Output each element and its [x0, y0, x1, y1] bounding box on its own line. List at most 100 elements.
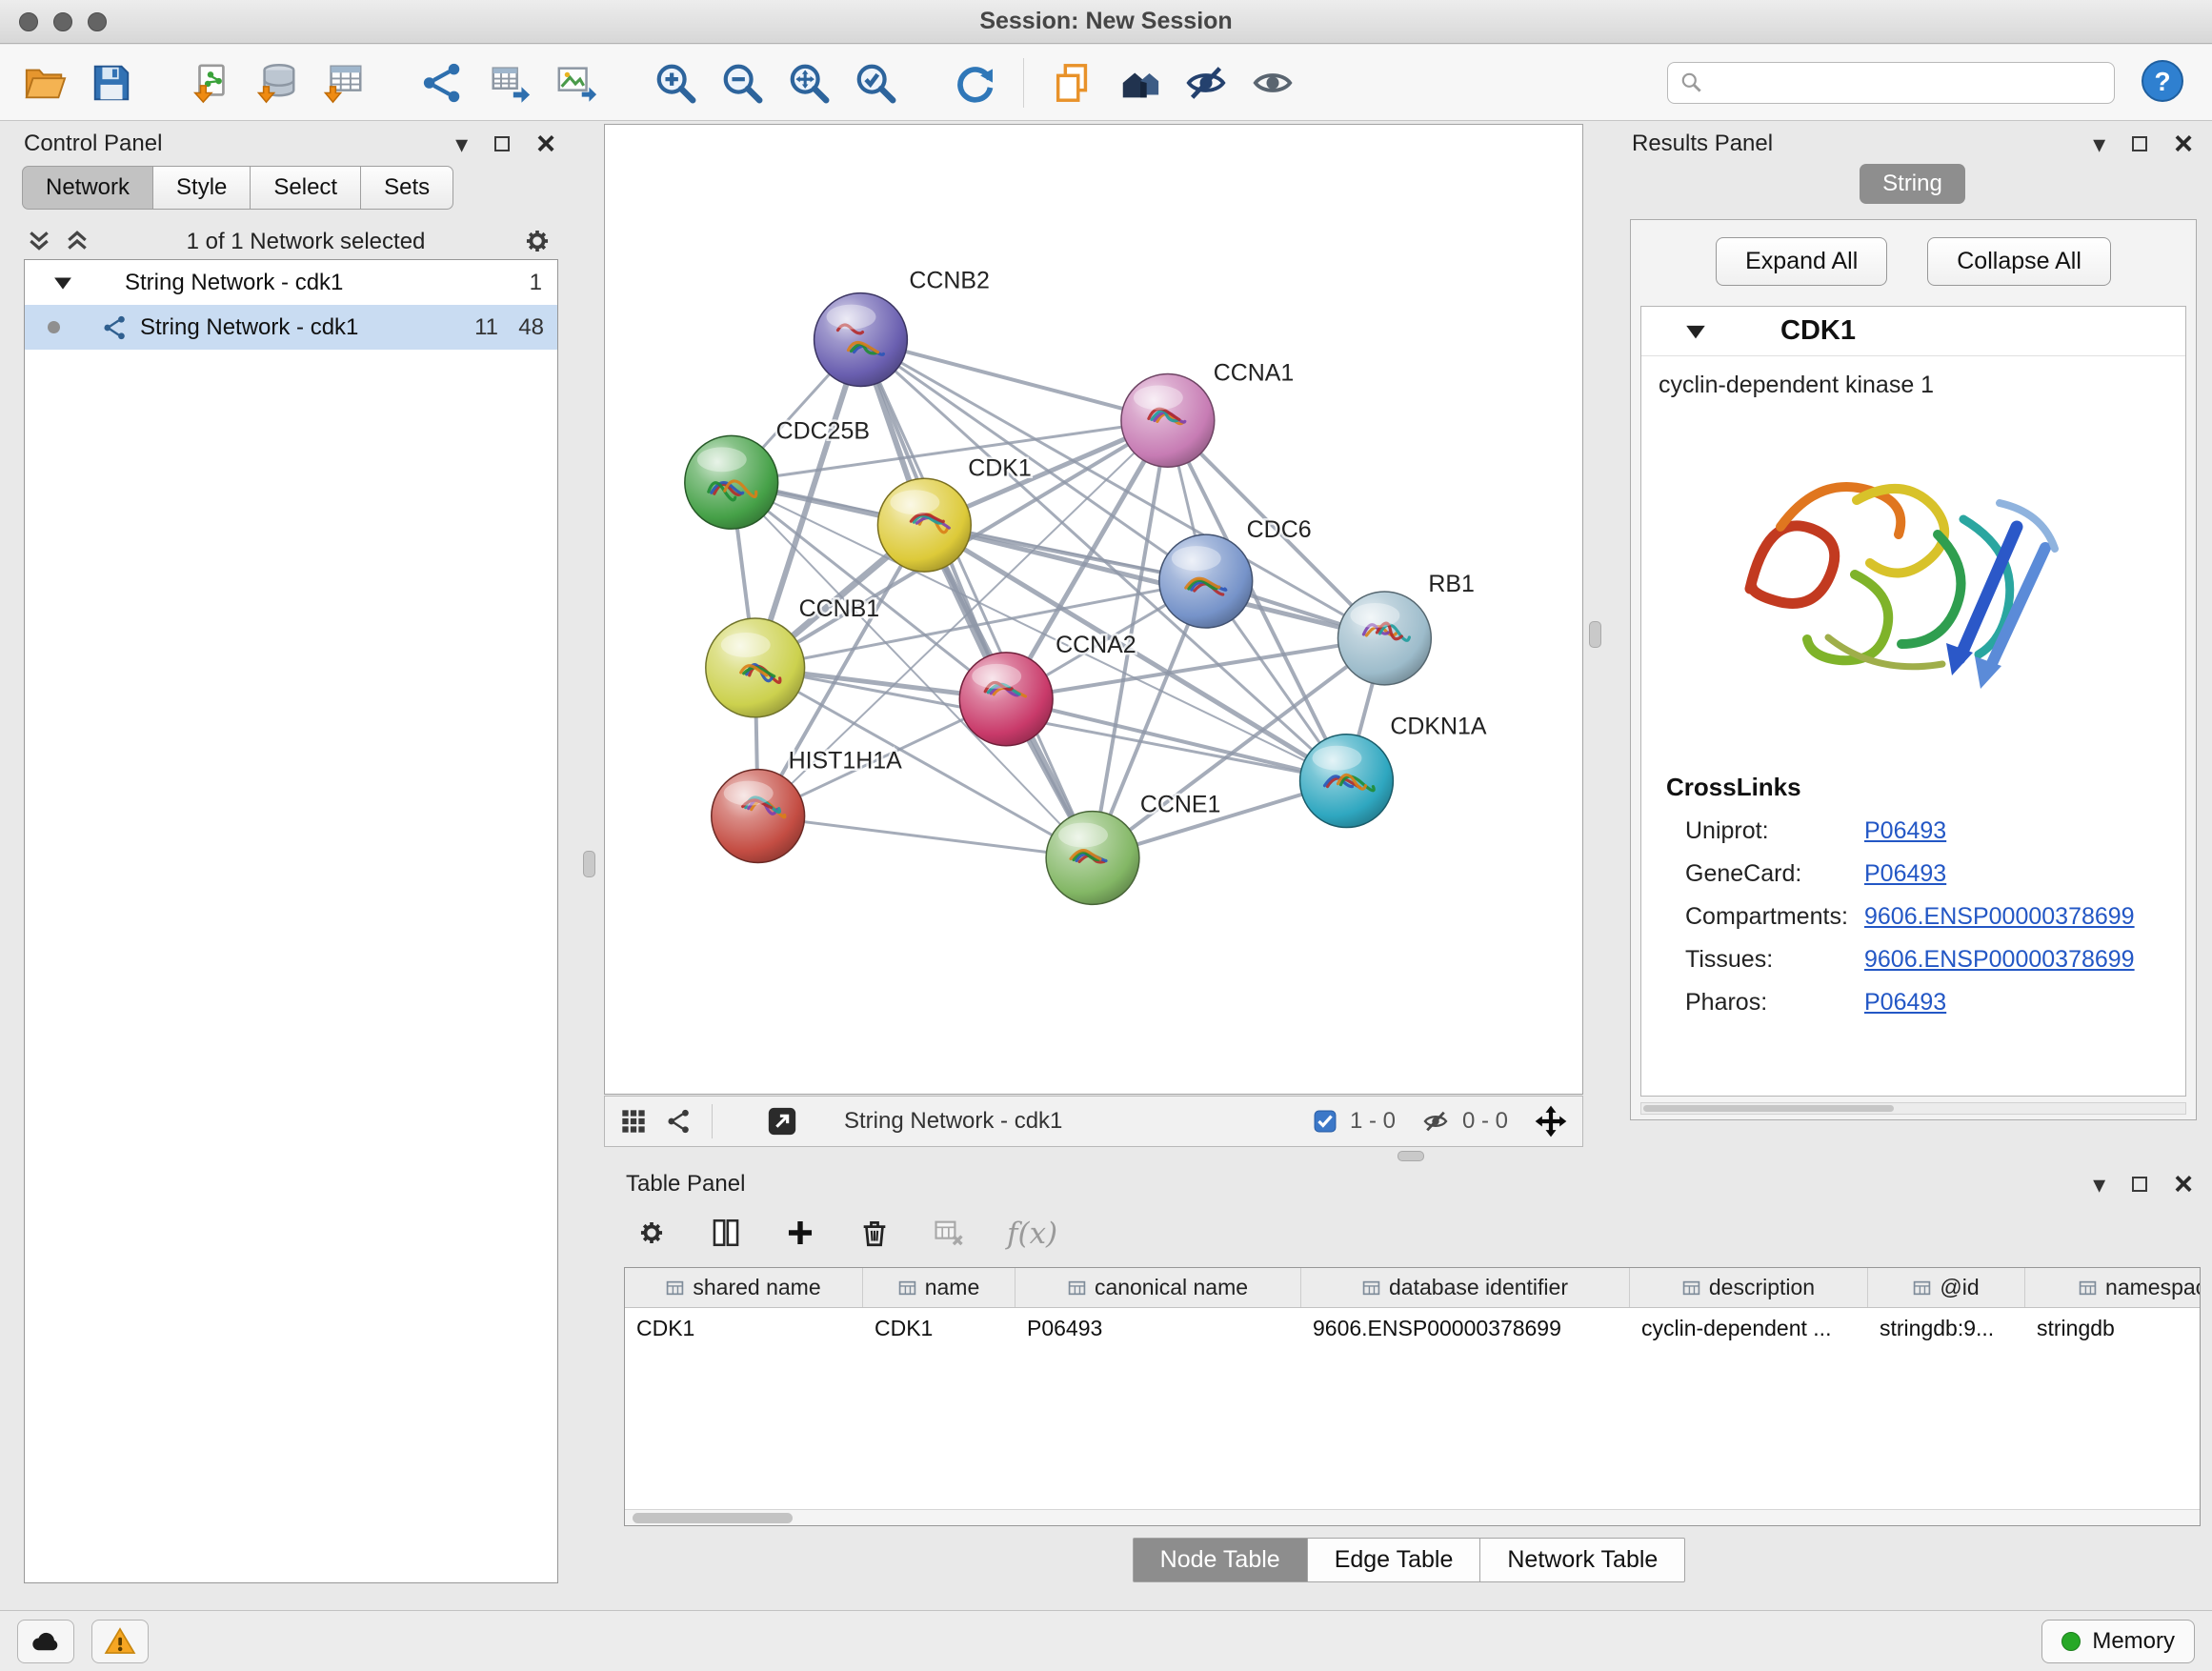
- cloud-button[interactable]: [17, 1620, 74, 1663]
- table-hscroll-thumb[interactable]: [633, 1513, 793, 1523]
- open-session-button[interactable]: [17, 55, 72, 111]
- import-network-database-button[interactable]: [250, 55, 305, 111]
- network-overview-icon[interactable]: [666, 1108, 693, 1135]
- zoom-out-button[interactable]: [714, 55, 770, 111]
- network-node-cdkn1a[interactable]: [1300, 735, 1394, 828]
- tab-edge-table[interactable]: Edge Table: [1307, 1538, 1481, 1582]
- export-image-button[interactable]: [549, 55, 604, 111]
- clear-table-button[interactable]: [933, 1217, 965, 1252]
- float-table-icon[interactable]: [2132, 1177, 2147, 1192]
- search-box[interactable]: [1667, 62, 2115, 104]
- zoom-fit-button[interactable]: [781, 55, 836, 111]
- crosslink-link[interactable]: 9606.ENSP00000378699: [1864, 946, 2135, 974]
- float-panel-icon[interactable]: [494, 136, 510, 151]
- save-session-button[interactable]: [84, 55, 139, 111]
- network-edge[interactable]: [1006, 699, 1346, 781]
- tab-network[interactable]: Network: [22, 166, 152, 210]
- clone-network-button[interactable]: [482, 55, 537, 111]
- table-cell[interactable]: cyclin-dependent ...: [1630, 1308, 1868, 1348]
- copy-button[interactable]: [1045, 55, 1100, 111]
- function-builder-button[interactable]: f(x): [1007, 1217, 1057, 1251]
- network-collection-row[interactable]: String Network - cdk1 1: [25, 260, 557, 305]
- network-node-ccna2[interactable]: [959, 653, 1053, 746]
- network-node-hist1h1a[interactable]: [712, 770, 805, 863]
- tree-expand-caret-icon[interactable]: [53, 275, 72, 291]
- right-splitter-handle[interactable]: [1589, 621, 1601, 648]
- network-node-ccna1[interactable]: [1121, 373, 1215, 467]
- table-cell[interactable]: CDK1: [625, 1308, 863, 1348]
- network-node-cdc25b[interactable]: [685, 435, 778, 529]
- collapse-table-icon[interactable]: ▾: [2093, 1172, 2105, 1197]
- collapse-results-icon[interactable]: ▾: [2093, 131, 2105, 156]
- column-header-description[interactable]: description: [1630, 1268, 1868, 1307]
- selected-checkbox-icon[interactable]: [1314, 1110, 1337, 1133]
- new-network-button[interactable]: [415, 55, 471, 111]
- collapse-all-networks-button[interactable]: [26, 229, 52, 256]
- network-canvas[interactable]: CCNB2CCNA1CDC25BCDK1CDC6RB1CCNB1CCNA2CDK…: [605, 125, 1582, 1094]
- column-header-shared-name[interactable]: shared name: [625, 1268, 863, 1307]
- hide-panel-button[interactable]: [1178, 55, 1234, 111]
- collapse-all-button[interactable]: Collapse All: [1927, 237, 2111, 286]
- warnings-button[interactable]: [91, 1620, 149, 1663]
- bottom-splitter-handle[interactable]: [1398, 1151, 1424, 1161]
- show-panel-button[interactable]: [1245, 55, 1300, 111]
- left-splitter-handle[interactable]: [583, 851, 595, 877]
- network-node-rb1[interactable]: [1338, 592, 1432, 685]
- table-cell[interactable]: 9606.ENSP00000378699: [1301, 1308, 1630, 1348]
- tab-network-table[interactable]: Network Table: [1479, 1538, 1685, 1582]
- results-hscroll-thumb[interactable]: [1643, 1105, 1894, 1112]
- network-edge[interactable]: [758, 816, 1093, 858]
- column-header-canonical-name[interactable]: canonical name: [1016, 1268, 1301, 1307]
- hidden-eye-slash-icon[interactable]: [1422, 1108, 1449, 1135]
- crosslink-link[interactable]: P06493: [1864, 817, 1946, 845]
- expand-all-button[interactable]: Expand All: [1716, 237, 1887, 286]
- network-node-ccne1[interactable]: [1046, 812, 1139, 905]
- column-header-name[interactable]: name: [863, 1268, 1016, 1307]
- fit-content-crosshair-icon[interactable]: [1535, 1105, 1567, 1137]
- column-header-namespace[interactable]: namespace: [2025, 1268, 2201, 1307]
- import-table-button[interactable]: [316, 55, 372, 111]
- crosslink-link[interactable]: P06493: [1864, 860, 1946, 888]
- search-input[interactable]: [1712, 70, 2102, 96]
- tab-style[interactable]: Style: [152, 166, 250, 210]
- crosslink-link[interactable]: P06493: [1864, 989, 1946, 1017]
- network-edge[interactable]: [860, 340, 1093, 858]
- collapse-panel-icon[interactable]: ▾: [455, 131, 468, 156]
- export-network-icon[interactable]: [766, 1105, 798, 1137]
- results-hscrollbar[interactable]: [1640, 1102, 2186, 1115]
- string-tab-badge[interactable]: String: [1860, 164, 1965, 204]
- zoom-selected-button[interactable]: [848, 55, 903, 111]
- close-results-icon[interactable]: ×: [2174, 128, 2193, 160]
- network-node-ccnb1[interactable]: [706, 618, 805, 717]
- help-button[interactable]: ?: [2140, 58, 2185, 107]
- grid-view-icon[interactable]: [620, 1108, 647, 1135]
- table-cell[interactable]: stringdb:9...: [1868, 1308, 2025, 1348]
- node-table[interactable]: shared namenamecanonical namedatabase id…: [624, 1267, 2201, 1526]
- table-options-button[interactable]: [635, 1217, 668, 1252]
- table-cell[interactable]: CDK1: [863, 1308, 1016, 1348]
- network-row[interactable]: String Network - cdk1 11 48: [25, 305, 557, 350]
- network-node-cdk1[interactable]: [877, 478, 971, 572]
- table-cell[interactable]: P06493: [1016, 1308, 1301, 1348]
- tab-select[interactable]: Select: [250, 166, 360, 210]
- delete-column-button[interactable]: [858, 1217, 891, 1252]
- crosslink-link[interactable]: 9606.ENSP00000378699: [1864, 903, 2135, 931]
- add-column-button[interactable]: [784, 1217, 816, 1252]
- memory-button[interactable]: Memory: [2041, 1620, 2195, 1663]
- expand-all-networks-button[interactable]: [64, 229, 90, 256]
- gene-section-header[interactable]: CDK1: [1641, 307, 2185, 356]
- refresh-button[interactable]: [947, 55, 1002, 111]
- close-table-icon[interactable]: ×: [2174, 1168, 2193, 1200]
- tab-sets[interactable]: Sets: [360, 166, 453, 210]
- column-header--id[interactable]: @id: [1868, 1268, 2025, 1307]
- tab-node-table[interactable]: Node Table: [1133, 1538, 1308, 1582]
- table-cell[interactable]: stringdb: [2025, 1308, 2201, 1348]
- table-row[interactable]: CDK1CDK1P064939606.ENSP00000378699cyclin…: [625, 1308, 2201, 1348]
- table-hscrollbar[interactable]: [625, 1509, 2200, 1525]
- close-panel-icon[interactable]: ×: [536, 128, 555, 160]
- home-button[interactable]: [1112, 55, 1167, 111]
- network-options-button[interactable]: [521, 225, 553, 260]
- zoom-in-button[interactable]: [648, 55, 703, 111]
- show-columns-button[interactable]: [710, 1217, 742, 1252]
- network-view[interactable]: CCNB2CCNA1CDC25BCDK1CDC6RB1CCNB1CCNA2CDK…: [604, 124, 1583, 1095]
